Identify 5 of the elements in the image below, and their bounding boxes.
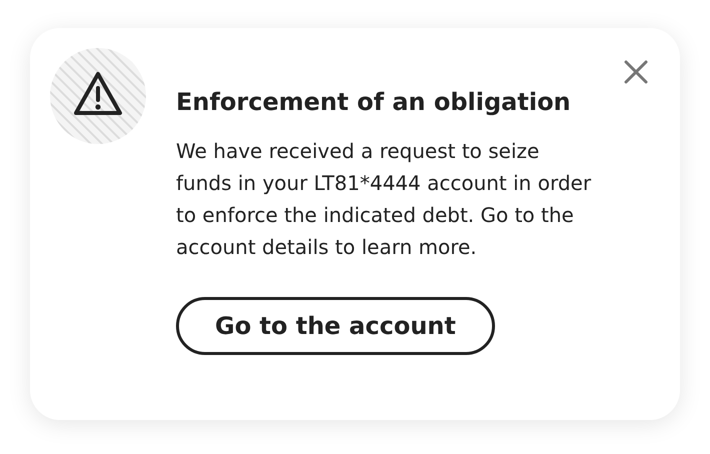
go-to-account-button[interactable]: Go to the account — [176, 296, 495, 355]
warning-icon — [50, 48, 146, 144]
dialog-title: Enforcement of an obligation — [176, 88, 572, 117]
dialog-message: We have received a request to seize funds in your LT81*4444 account in order to enforce the indicated debt. Go to the account details to learn more. — [176, 138, 592, 261]
close-icon[interactable] — [624, 60, 648, 84]
